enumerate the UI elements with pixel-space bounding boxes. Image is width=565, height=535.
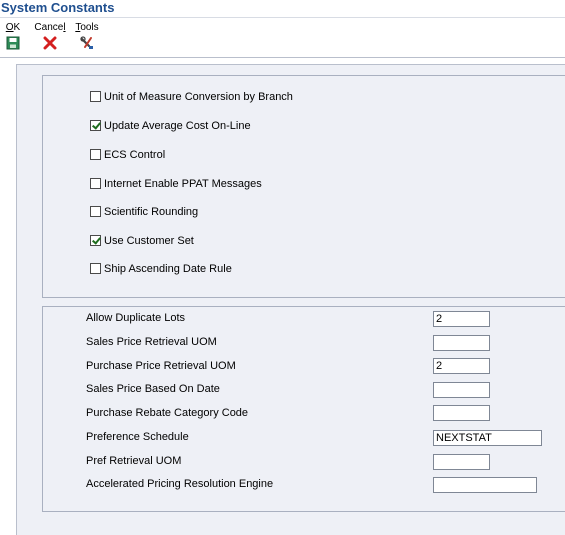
pref-retrieval-uom-label: Pref Retrieval UOM [86, 455, 182, 467]
allow-duplicate-lots-input[interactable] [433, 311, 490, 327]
preference-schedule-input[interactable] [433, 430, 542, 446]
purchase-price-retrieval-uom-label: Purchase Price Retrieval UOM [86, 360, 236, 372]
sales-price-based-on-date-input[interactable] [433, 382, 490, 398]
checkbox[interactable] [90, 206, 101, 217]
checkbox[interactable] [90, 178, 101, 189]
checkbox[interactable] [90, 149, 101, 160]
tools-button[interactable]: Tools [75, 22, 99, 50]
preference-schedule-label: Preference Schedule [86, 431, 189, 443]
checkbox[interactable] [90, 120, 101, 131]
accelerated-pricing-resolution-engine-input[interactable] [433, 477, 537, 493]
accelerated-pricing-resolution-engine-label: Accelerated Pricing Resolution Engine [86, 478, 274, 490]
checkbox[interactable] [90, 91, 101, 102]
checkbox[interactable] [90, 235, 101, 246]
allow-duplicate-lots-label: Allow Duplicate Lots [86, 312, 186, 324]
cancel-button[interactable]: Cancel [34, 22, 66, 50]
window-title: System Constants [1, 0, 115, 15]
purchase-price-retrieval-uom-input[interactable] [433, 358, 490, 374]
cancel-x-icon [43, 36, 57, 50]
save-icon [6, 36, 20, 50]
sales-price-based-on-date-label: Sales Price Based On Date [86, 383, 220, 395]
pref-retrieval-uom-input[interactable] [433, 454, 490, 470]
checkbox[interactable] [90, 263, 101, 274]
ok-button[interactable]: OK [5, 22, 21, 50]
purchase-rebate-category-code-input[interactable] [433, 405, 490, 421]
toolbar: OK Cancel Tools [0, 17, 565, 58]
sales-price-retrieval-uom-input[interactable] [433, 335, 490, 351]
tools-icon [80, 36, 93, 49]
purchase-rebate-category-code-label: Purchase Rebate Category Code [86, 407, 249, 419]
sales-price-retrieval-uom-label: Sales Price Retrieval UOM [86, 336, 217, 348]
